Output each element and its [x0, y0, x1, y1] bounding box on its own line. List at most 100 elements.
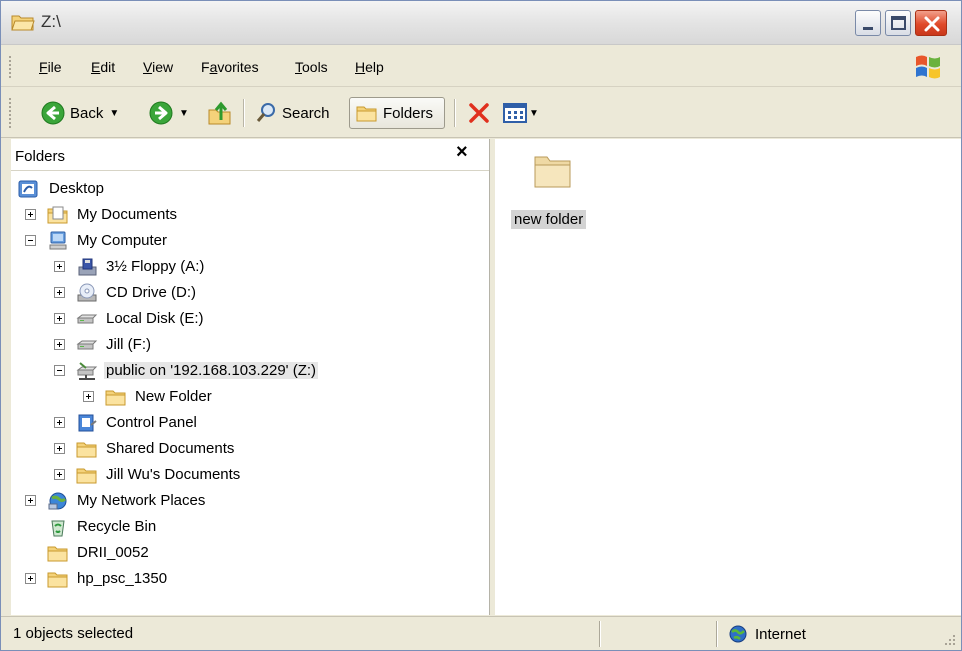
tree-item-my-computer[interactable]: My Computer	[25, 229, 225, 253]
tree-item-jill-wu-documents[interactable]: Jill Wu's Documents	[54, 463, 274, 487]
windows-logo-icon	[916, 55, 940, 79]
folder-icon	[534, 156, 571, 188]
search-icon	[256, 103, 275, 122]
tree-item-control-panel[interactable]: Control Panel	[54, 411, 254, 435]
expand-toggle[interactable]	[54, 287, 65, 298]
file-item-label: new folder	[511, 210, 587, 229]
forward-button[interactable]: ▼	[149, 97, 189, 129]
resize-grip-icon[interactable]	[941, 631, 957, 647]
expand-toggle[interactable]	[54, 417, 65, 428]
back-arrow-icon	[41, 101, 65, 125]
menu-grip[interactable]	[9, 56, 13, 78]
tree-item-my-documents[interactable]: My Documents	[25, 203, 225, 227]
menu-tools[interactable]: Tools	[295, 59, 328, 75]
folder-icon	[47, 569, 69, 589]
close-button[interactable]	[915, 10, 947, 36]
status-divider	[599, 621, 601, 647]
views-icon	[503, 103, 527, 123]
window-title: Z:\	[41, 12, 61, 31]
views-button[interactable]: ▼	[503, 97, 539, 129]
folders-pane: Folders × Desktop My Documents My Comput…	[11, 139, 490, 615]
back-dropdown-arrow-icon[interactable]: ▼	[109, 108, 119, 119]
expand-toggle[interactable]	[54, 339, 65, 350]
views-dropdown-arrow-icon[interactable]: ▼	[529, 108, 539, 119]
menu-favorites[interactable]: Favorites	[201, 59, 259, 75]
folders-pane-header: Folders ×	[11, 139, 489, 171]
folders-toggle-button[interactable]: Folders	[349, 97, 445, 129]
standard-toolbar: Back ▼ ▼ Search Folders ▼	[1, 88, 961, 138]
back-button[interactable]: Back ▼	[41, 97, 119, 129]
expand-toggle[interactable]	[54, 261, 65, 272]
up-folder-icon	[208, 101, 231, 125]
tree-item-hp-psc-1350[interactable]: hp_psc_1350	[25, 567, 225, 591]
folder-icon	[47, 543, 69, 563]
toolbar-separator	[454, 99, 455, 127]
status-divider	[716, 621, 718, 647]
toolbar-separator	[243, 99, 244, 127]
network-places-icon	[48, 492, 67, 510]
title-bar[interactable]: Z:\	[1, 1, 961, 45]
forward-arrow-icon	[149, 101, 173, 125]
tree-item-my-network-places[interactable]: My Network Places	[25, 489, 245, 513]
folder-icon	[76, 439, 98, 459]
minimize-icon	[863, 27, 873, 30]
up-folder-button[interactable]	[207, 97, 233, 129]
file-list-pane[interactable]: new folder	[495, 139, 961, 615]
collapse-toggle[interactable]	[25, 235, 36, 246]
toolbar-grip[interactable]	[9, 98, 13, 128]
menu-file[interactable]: File	[39, 59, 62, 75]
cd-drive-icon	[77, 283, 97, 302]
desktop-icon	[18, 180, 38, 198]
recycle-bin-icon	[51, 520, 65, 537]
folder-icon	[105, 387, 127, 407]
open-folder-icon	[11, 15, 35, 31]
expand-toggle[interactable]	[25, 573, 36, 584]
selection-status: 1 objects selected	[13, 625, 134, 642]
tree-item-new-folder[interactable]: New Folder	[83, 385, 283, 409]
maximize-button[interactable]	[885, 10, 911, 36]
maximize-icon	[891, 16, 906, 30]
menu-help[interactable]: Help	[355, 59, 384, 75]
expand-toggle[interactable]	[54, 443, 65, 454]
collapse-toggle[interactable]	[54, 365, 65, 376]
folders-pane-close-button[interactable]: ×	[456, 141, 468, 164]
tree-item-cd-drive-d[interactable]: CD Drive (D:)	[54, 281, 254, 305]
internet-globe-icon	[729, 625, 747, 643]
security-zone-label: Internet	[755, 625, 806, 643]
forward-dropdown-arrow-icon[interactable]: ▼	[179, 108, 189, 119]
expand-toggle[interactable]	[54, 469, 65, 480]
tree-item-jill-f[interactable]: Jill (F:)	[54, 333, 254, 357]
folder-icon	[76, 465, 98, 485]
expand-toggle[interactable]	[25, 209, 36, 220]
expand-toggle[interactable]	[25, 495, 36, 506]
menu-view[interactable]: View	[143, 59, 173, 75]
tree-item-local-disk-e[interactable]: Local Disk (E:)	[54, 307, 254, 331]
explorer-window: Z:\ File Edit View Favorites Tools Help	[0, 0, 962, 651]
tree-item-desktop[interactable]: Desktop	[11, 177, 211, 201]
tree-item-drii-0052[interactable]: DRII_0052	[25, 541, 225, 565]
tree-item-public-z[interactable]: public on '192.168.103.229' (Z:)	[54, 359, 374, 383]
network-drive-icon	[76, 362, 98, 380]
security-zone: Internet	[729, 625, 806, 643]
close-icon	[924, 16, 940, 32]
search-button[interactable]: Search	[255, 97, 330, 129]
menu-bar: File Edit View Favorites Tools Help	[1, 46, 961, 87]
expand-toggle[interactable]	[83, 391, 94, 402]
tree-item-floppy-a[interactable]: 3½ Floppy (A:)	[54, 255, 254, 279]
file-item-new-folder[interactable]: new folder	[511, 149, 601, 229]
status-bar: 1 objects selected Internet	[1, 616, 961, 650]
folders-icon	[356, 103, 378, 123]
my-computer-icon	[49, 231, 67, 250]
folders-pane-title: Folders	[15, 148, 66, 165]
minimize-button[interactable]	[855, 10, 881, 36]
menu-edit[interactable]: Edit	[91, 59, 115, 75]
delete-icon	[469, 103, 489, 123]
tree-item-recycle-bin[interactable]: Recycle Bin	[25, 515, 225, 539]
my-documents-icon	[47, 206, 69, 225]
floppy-drive-icon	[78, 258, 97, 276]
tree-item-shared-documents[interactable]: Shared Documents	[54, 437, 274, 461]
hard-disk-icon	[76, 340, 98, 350]
delete-button[interactable]	[467, 97, 491, 129]
expand-toggle[interactable]	[54, 313, 65, 324]
hard-disk-icon	[76, 314, 98, 324]
